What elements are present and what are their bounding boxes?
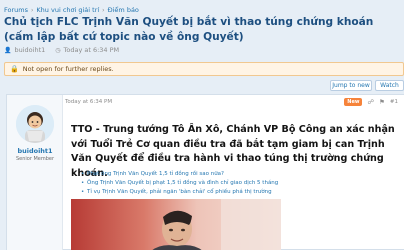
breadcrumb-news[interactable]: Điểm báo (108, 6, 139, 14)
bookmark-icon[interactable]: ⚑ (379, 98, 385, 106)
thread-title: Chủ tịch FLC Trịnh Văn Quyết bị bắt vì t… (4, 16, 374, 43)
breadcrumb-separator: › (102, 6, 105, 14)
new-badge: New (344, 98, 363, 106)
thread-author[interactable]: buidoiht1 (14, 46, 45, 54)
breadcrumb: Forums › Khu vui chơi giải trí › Điểm bá… (4, 6, 139, 14)
post-number[interactable]: #1 (390, 99, 398, 105)
closed-notice: 🔒 Not open for further replies. (4, 62, 404, 76)
related-link[interactable]: Ông Trịnh Văn Quyết bị phạt 1,5 tỉ đồng … (81, 179, 404, 188)
post-actions: New ☍ ⚑ #1 (344, 98, 398, 106)
thread-date[interactable]: Today at 6:34 PM (64, 46, 120, 54)
user-icon: 👤 (4, 46, 12, 54)
notice-text: Not open for further replies. (22, 65, 114, 73)
clock-icon: ◷ (55, 46, 61, 54)
avatar[interactable] (16, 105, 54, 143)
share-icon[interactable]: ☍ (367, 98, 374, 106)
post-username[interactable]: buidoiht1 (7, 147, 63, 155)
user-title: Senior Member (15, 156, 55, 162)
news-photo (71, 199, 281, 250)
post: buidoiht1 Senior Member Today at 6:34 PM… (6, 94, 404, 250)
breadcrumb-separator: › (31, 6, 34, 14)
breadcrumb-forums[interactable]: Forums (4, 6, 28, 14)
user-pane: buidoiht1 Senior Member (7, 95, 63, 250)
breadcrumb-entertainment[interactable]: Khu vui chơi giải trí (36, 6, 99, 14)
related-link[interactable]: Tỉ vụ Trịnh Văn Quyết, phải ngăn 'bàn ch… (81, 188, 404, 197)
thread-meta: 👤 buidoiht1 ◷ Today at 6:34 PM (4, 46, 119, 54)
jump-to-new-button[interactable]: Jump to new (330, 80, 372, 91)
watch-button[interactable]: Watch (375, 80, 404, 91)
lock-icon: 🔒 (10, 65, 19, 73)
post-date[interactable]: Today at 6:34 PM (65, 99, 112, 105)
related-link[interactable]: Phạt ông Trịnh Văn Quyết 1,5 tỉ đồng rồi… (81, 170, 404, 179)
related-links: Phạt ông Trịnh Văn Quyết 1,5 tỉ đồng rồi… (81, 170, 404, 197)
